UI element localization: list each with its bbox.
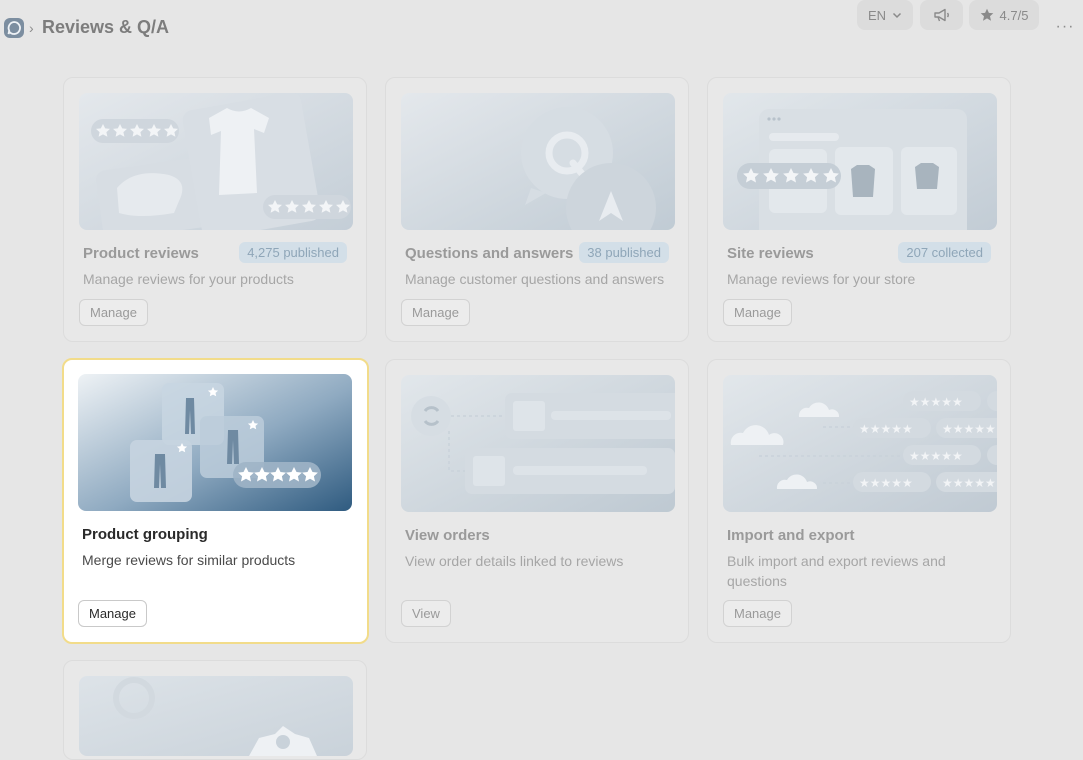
- svg-text:★★★★★: ★★★★★: [909, 449, 963, 463]
- card-title: Product reviews: [83, 245, 199, 262]
- svg-text:★★★★★: ★★★★★: [859, 422, 913, 436]
- settings-illustration: [79, 676, 353, 756]
- card-description: Manage reviews for your products: [83, 271, 294, 287]
- status-badge: 38 published: [579, 242, 669, 263]
- card-title: Site reviews: [727, 245, 814, 262]
- megaphone-icon: [933, 8, 949, 22]
- chevron-down-icon: [893, 12, 902, 19]
- card-product-reviews: Product reviews 4,275 published Manage r…: [63, 77, 367, 342]
- card-title: Import and export: [727, 527, 855, 544]
- product-grouping-illustration: [78, 374, 352, 511]
- status-badge: 4,275 published: [239, 242, 347, 263]
- page-title: Reviews & Q/A: [42, 17, 170, 37]
- card-settings-partial: [63, 660, 367, 760]
- status-badge: 207 collected: [898, 242, 991, 263]
- card-site-reviews: Site reviews 207 collected Manage review…: [707, 77, 1011, 342]
- top-bar: › Reviews & Q/A EN 4.7/5 ···: [0, 0, 1083, 58]
- language-label: EN: [867, 7, 887, 23]
- card-import-export: ★★★★★ ★★★★★ ★★★★★ ★★★★★ ★★★★★ ★★★★★ Impo…: [707, 359, 1011, 643]
- rating-value: 4.7/5: [999, 7, 1029, 23]
- card-description: Merge reviews for similar products: [82, 552, 296, 568]
- card-questions-answers: Questions and answers 38 published Manag…: [385, 77, 689, 342]
- view-orders-illustration: [401, 375, 675, 512]
- svg-text:★★★★★: ★★★★★: [859, 476, 913, 490]
- manage-button[interactable]: Manage: [79, 299, 148, 326]
- svg-text:★★★★★: ★★★★★: [942, 476, 996, 490]
- card-description: View order details linked to reviews: [405, 553, 624, 569]
- svg-text:★★★★★: ★★★★★: [942, 422, 996, 436]
- card-title: Product grouping: [82, 526, 208, 543]
- breadcrumb-separator-icon: ›: [29, 20, 34, 36]
- card-description: Manage reviews for your store: [727, 271, 916, 287]
- chat-bubble-logo-icon[interactable]: [4, 18, 24, 38]
- qa-illustration: [401, 93, 675, 230]
- manage-button[interactable]: Manage: [723, 299, 792, 326]
- card-product-grouping: Product grouping Merge reviews for simil…: [62, 358, 369, 644]
- card-title: Questions and answers: [405, 245, 574, 262]
- svg-text:★★★★★: ★★★★★: [909, 395, 963, 409]
- manage-button[interactable]: Manage: [78, 600, 147, 627]
- card-description: Bulk import and export reviews and quest…: [727, 553, 946, 589]
- manage-button[interactable]: Manage: [401, 299, 470, 326]
- view-button[interactable]: View: [401, 600, 451, 627]
- manage-button[interactable]: Manage: [723, 600, 792, 627]
- rating-button[interactable]: 4.7/5: [969, 0, 1039, 30]
- more-horizontal-icon[interactable]: ···: [1055, 19, 1075, 38]
- language-selector[interactable]: EN: [857, 0, 913, 30]
- site-reviews-illustration: [723, 93, 997, 230]
- card-title: View orders: [405, 527, 490, 544]
- card-description: Manage customer questions and answers: [405, 271, 665, 287]
- star-icon: [980, 8, 993, 21]
- import-export-illustration: ★★★★★ ★★★★★ ★★★★★ ★★★★★ ★★★★★ ★★★★★: [723, 375, 997, 512]
- card-view-orders: View orders View order details linked to…: [385, 359, 689, 643]
- announcements-button[interactable]: [920, 0, 963, 30]
- product-reviews-illustration: [79, 93, 353, 230]
